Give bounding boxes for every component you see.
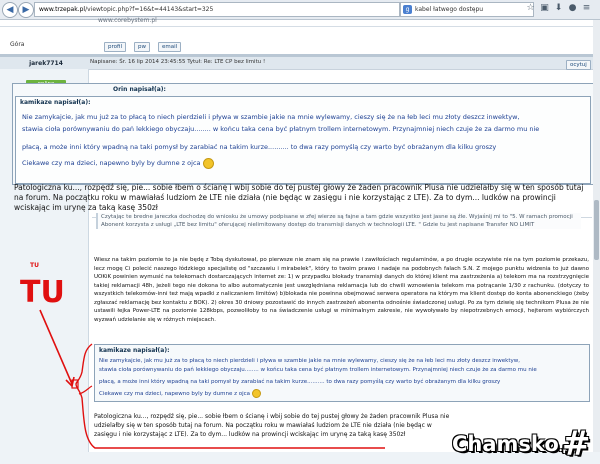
annotation-bracket — [75, 343, 385, 449]
bookmark-icon[interactable]: ▣ — [538, 2, 551, 15]
download-icon[interactable]: ⬇ — [552, 2, 565, 15]
browser-toolbar: ◀ ▶ www.trzepak.pl/viewtopic.php?f=16&t=… — [0, 0, 600, 20]
address-bar[interactable]: www.trzepak.pl/viewtopic.php?f=16&t=4414… — [34, 2, 400, 17]
annotation-mark — [78, 385, 93, 395]
watermark-hash-icon: # — [562, 424, 591, 464]
menu-icon[interactable]: ≡ — [580, 2, 593, 15]
forum-page: www.corebystem.pl Góra profil pw email j… — [0, 17, 600, 464]
search-text: kabel łatwego dostępu — [415, 6, 484, 13]
addon-icon[interactable]: ● — [566, 2, 579, 15]
back-icon[interactable]: ◀ — [2, 2, 18, 18]
scrollbar[interactable] — [593, 20, 600, 452]
star-icon[interactable]: ☆ — [524, 2, 537, 15]
url-host: www.trzepak.pl — [39, 6, 86, 13]
scrollbar-thumb[interactable] — [594, 200, 599, 260]
google-icon: g — [403, 5, 412, 14]
search-box[interactable]: g kabel łatwego dostępu — [400, 2, 534, 17]
url-path: /viewtopic.php?f=16&t=44143&start=325 — [85, 6, 214, 13]
annotation-arrow — [39, 309, 73, 385]
forward-icon[interactable]: ▶ — [18, 2, 34, 18]
watermark-brand: Chamsko.pl — [452, 432, 574, 456]
annotation-overlay — [39, 309, 385, 449]
